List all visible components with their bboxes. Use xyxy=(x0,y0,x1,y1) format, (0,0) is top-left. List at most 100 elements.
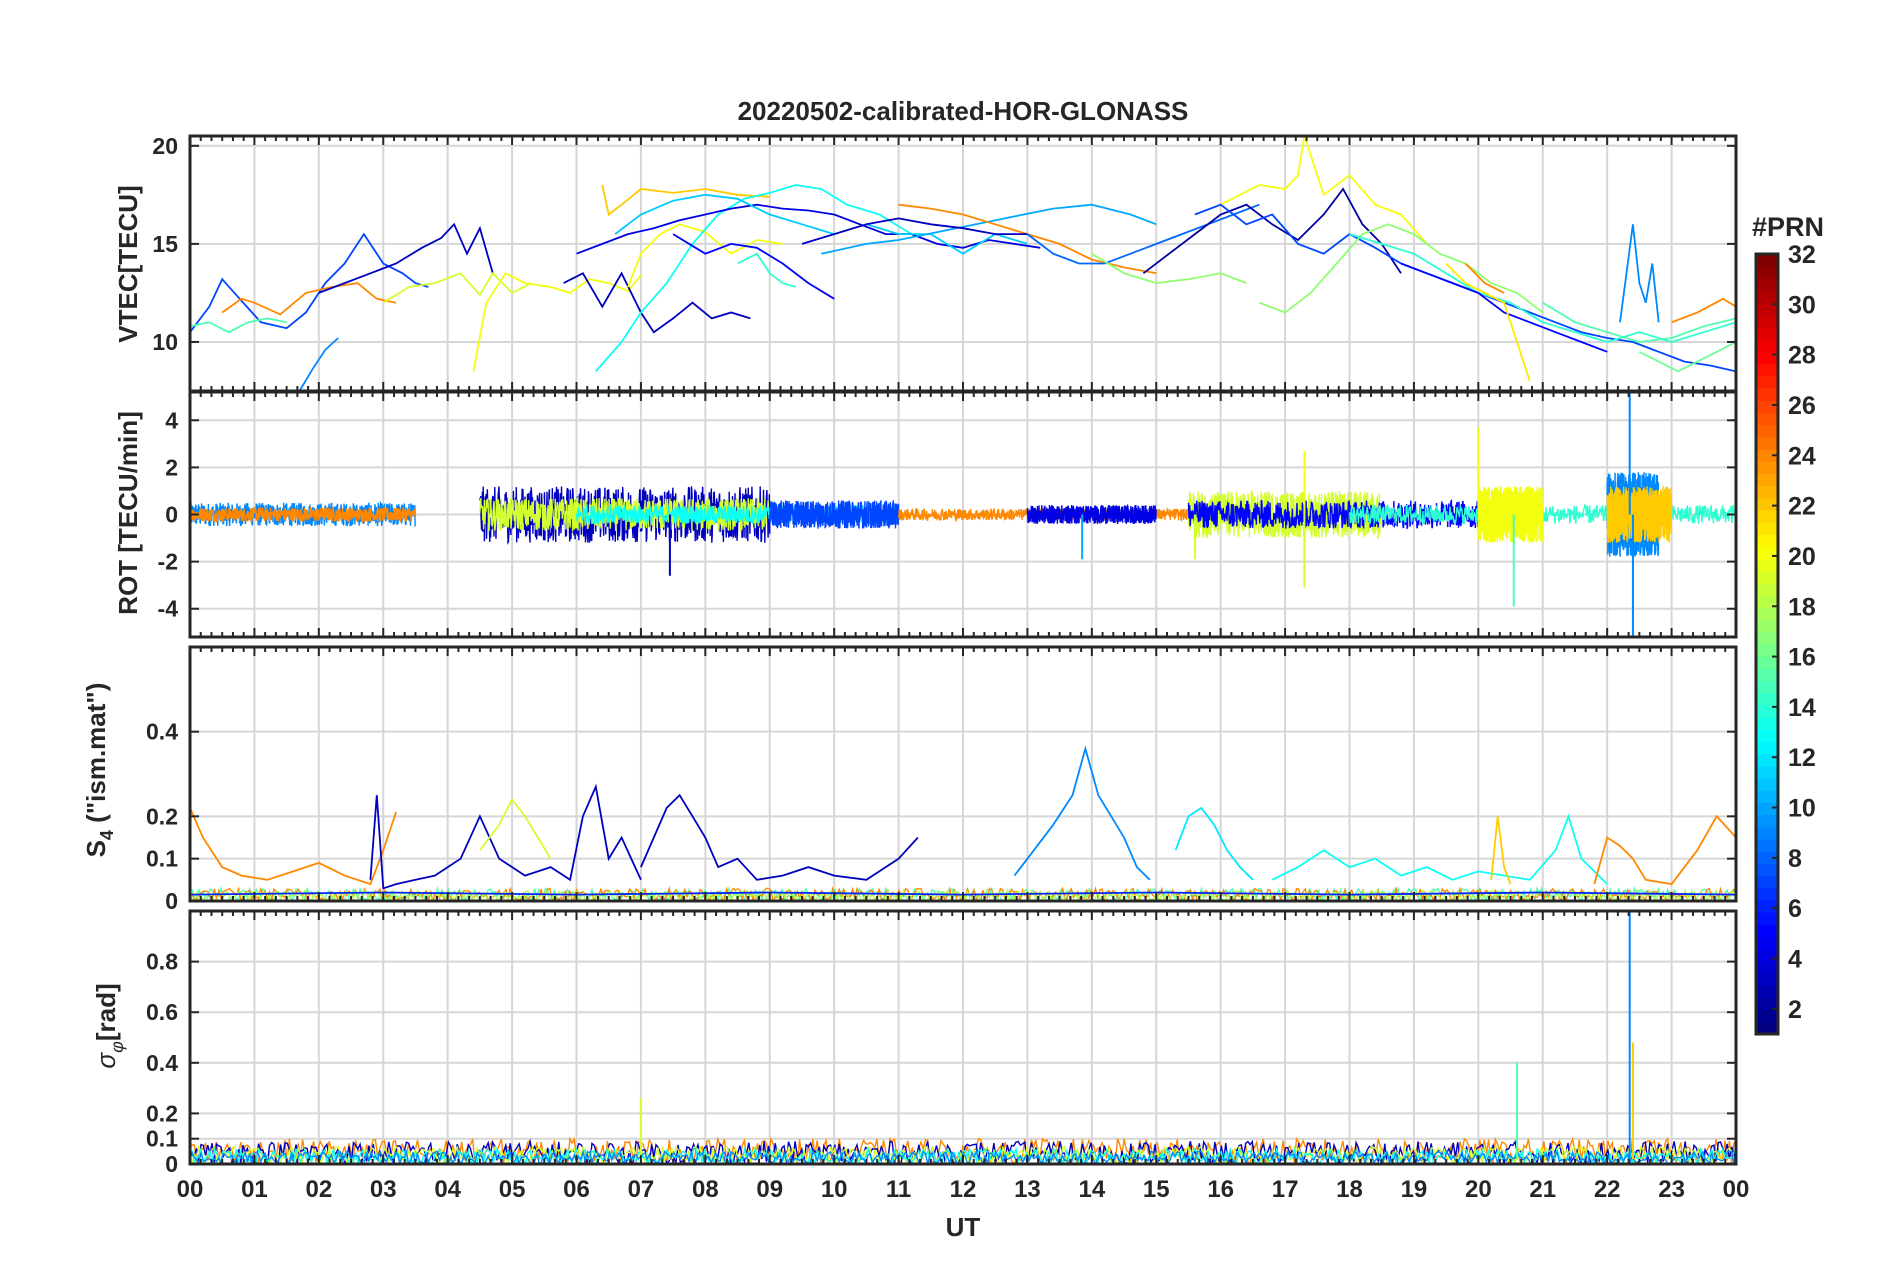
ylabel-sigma-base: σ xyxy=(91,1052,121,1069)
ylabel-s4-sub: 4 xyxy=(97,830,117,840)
colorbar-segment xyxy=(1756,948,1778,962)
y-tick-label: -4 xyxy=(158,596,179,622)
colorbar-segment xyxy=(1756,400,1778,414)
colorbar-tick-label: 28 xyxy=(1788,342,1816,370)
colorbar-segment xyxy=(1756,899,1778,913)
colorbar-segment xyxy=(1756,290,1778,304)
figure: 20220502-calibrated-HOR-GLONASS 101520 -… xyxy=(0,0,1902,1272)
ylabel-vtec: VTEC[TECU] xyxy=(113,185,143,342)
colorbar-segment xyxy=(1756,912,1778,925)
colorbar-segment xyxy=(1756,936,1778,950)
colorbar-segment xyxy=(1756,607,1778,621)
y-tick-label: 0 xyxy=(165,502,178,528)
chart-title: 20220502-calibrated-HOR-GLONASS xyxy=(738,96,1189,126)
colorbar-tick-label: 24 xyxy=(1788,442,1816,470)
colorbar-segment xyxy=(1756,802,1778,816)
x-tick-label: 22 xyxy=(1594,1176,1621,1203)
colorbar-segment xyxy=(1756,546,1778,560)
colorbar-segment xyxy=(1756,266,1778,279)
colorbar-segment xyxy=(1756,790,1778,804)
colorbar-segment xyxy=(1756,875,1778,889)
x-tick-label: 03 xyxy=(370,1176,397,1203)
colorbar-segment xyxy=(1756,814,1778,828)
x-tick-label: 05 xyxy=(499,1176,526,1203)
x-tick-label: 16 xyxy=(1207,1176,1234,1203)
colorbar-segment xyxy=(1756,778,1778,791)
colorbar-segment xyxy=(1756,485,1778,499)
x-tick-label: 14 xyxy=(1078,1176,1105,1203)
panel-sigma-phi: 00.10.2 0.4 0.6 0.8 xyxy=(146,909,1738,1177)
x-axis-label: UT xyxy=(946,1212,981,1242)
colorbar-tick-label: 10 xyxy=(1788,795,1816,823)
colorbar-tick-label: 30 xyxy=(1788,291,1816,319)
x-tick-label: 10 xyxy=(821,1176,848,1203)
colorbar-tick-label: 26 xyxy=(1788,392,1816,420)
ylabel-sigma-rest: [rad] xyxy=(91,983,121,1041)
colorbar-tick-label: 22 xyxy=(1788,493,1816,521)
colorbar-tick-label: 16 xyxy=(1788,644,1816,672)
colorbar-segment xyxy=(1756,680,1778,694)
colorbar-segment xyxy=(1756,631,1778,645)
y-tick-label: 0.2 xyxy=(146,1100,178,1126)
colorbar-segment xyxy=(1756,351,1778,365)
colorbar-segment xyxy=(1756,644,1778,657)
x-tick-label: 21 xyxy=(1529,1176,1556,1203)
colorbar-tick-label: 14 xyxy=(1788,694,1816,722)
colorbar-segment xyxy=(1756,436,1778,450)
noise-series-prn-7 xyxy=(769,500,900,529)
colorbar-segment xyxy=(1756,497,1778,511)
colorbar-segment xyxy=(1756,973,1778,986)
colorbar-tick-label: 18 xyxy=(1788,593,1816,621)
colorbar-segment xyxy=(1756,692,1778,706)
y-tick-label: 2 xyxy=(165,454,178,480)
ylabel-s4-rest: ("ism.mat") xyxy=(81,683,111,830)
colorbar-segment xyxy=(1756,473,1778,487)
colorbar-segment xyxy=(1756,668,1778,682)
panel-rot: -4 -2 0 2 4 xyxy=(158,390,1738,639)
colorbar-segment xyxy=(1756,717,1778,730)
x-tick-label: 23 xyxy=(1658,1176,1685,1203)
colorbar-segment xyxy=(1756,887,1778,901)
colorbar-segment xyxy=(1756,985,1778,999)
noise-series-prn-20 xyxy=(1477,486,1544,543)
colorbar-segment xyxy=(1756,656,1778,669)
colorbar-segment xyxy=(1756,753,1778,767)
x-tick-label: 09 xyxy=(756,1176,783,1203)
colorbar-segment xyxy=(1756,741,1778,755)
x-tick-label: 15 xyxy=(1143,1176,1170,1203)
colorbar-segment xyxy=(1756,960,1778,974)
y-tick-label: -2 xyxy=(158,549,178,575)
colorbar-tick-label: 12 xyxy=(1788,744,1816,772)
ylabel-rot: ROT [TECU/min] xyxy=(113,411,143,615)
colorbar-segment xyxy=(1756,583,1778,596)
colorbar-segment xyxy=(1756,619,1778,633)
x-tick-label: 00 xyxy=(177,1176,204,1203)
y-tick-label: 0.1 xyxy=(146,846,178,872)
colorbar-label: #PRN xyxy=(1752,212,1824,242)
colorbar-segment xyxy=(1756,327,1778,340)
x-tick-label: 18 xyxy=(1336,1176,1363,1203)
colorbar-tick-label: 2 xyxy=(1788,996,1802,1024)
y-tick-label: 0.6 xyxy=(146,999,178,1025)
y-tick-label: 0.8 xyxy=(146,949,178,975)
colorbar-segment xyxy=(1756,412,1778,426)
colorbar-segment xyxy=(1756,388,1778,401)
colorbar-segment xyxy=(1756,826,1778,840)
colorbar-segment xyxy=(1756,522,1778,535)
colorbar-segment xyxy=(1756,839,1778,852)
x-tick-label: 19 xyxy=(1401,1176,1428,1203)
colorbar-segment xyxy=(1756,424,1778,438)
x-tick-label: 02 xyxy=(305,1176,332,1203)
x-tick-label: 20 xyxy=(1465,1176,1492,1203)
y-tick-label: 0.4 xyxy=(146,719,178,745)
y-tick-label: 15 xyxy=(152,231,178,257)
panel-s4: 0 0.1 0.2 0.4 xyxy=(146,645,1738,914)
x-tick-label: 01 xyxy=(241,1176,268,1203)
y-tick-label: 0.1 xyxy=(146,1126,178,1152)
colorbar-segment xyxy=(1756,729,1778,743)
x-tick-label: 08 xyxy=(692,1176,719,1203)
ylabel-s4-base: S xyxy=(81,840,111,857)
colorbar-segment xyxy=(1756,1009,1778,1023)
colorbar-tick-label: 4 xyxy=(1788,946,1802,974)
colorbar-segment xyxy=(1756,570,1778,584)
